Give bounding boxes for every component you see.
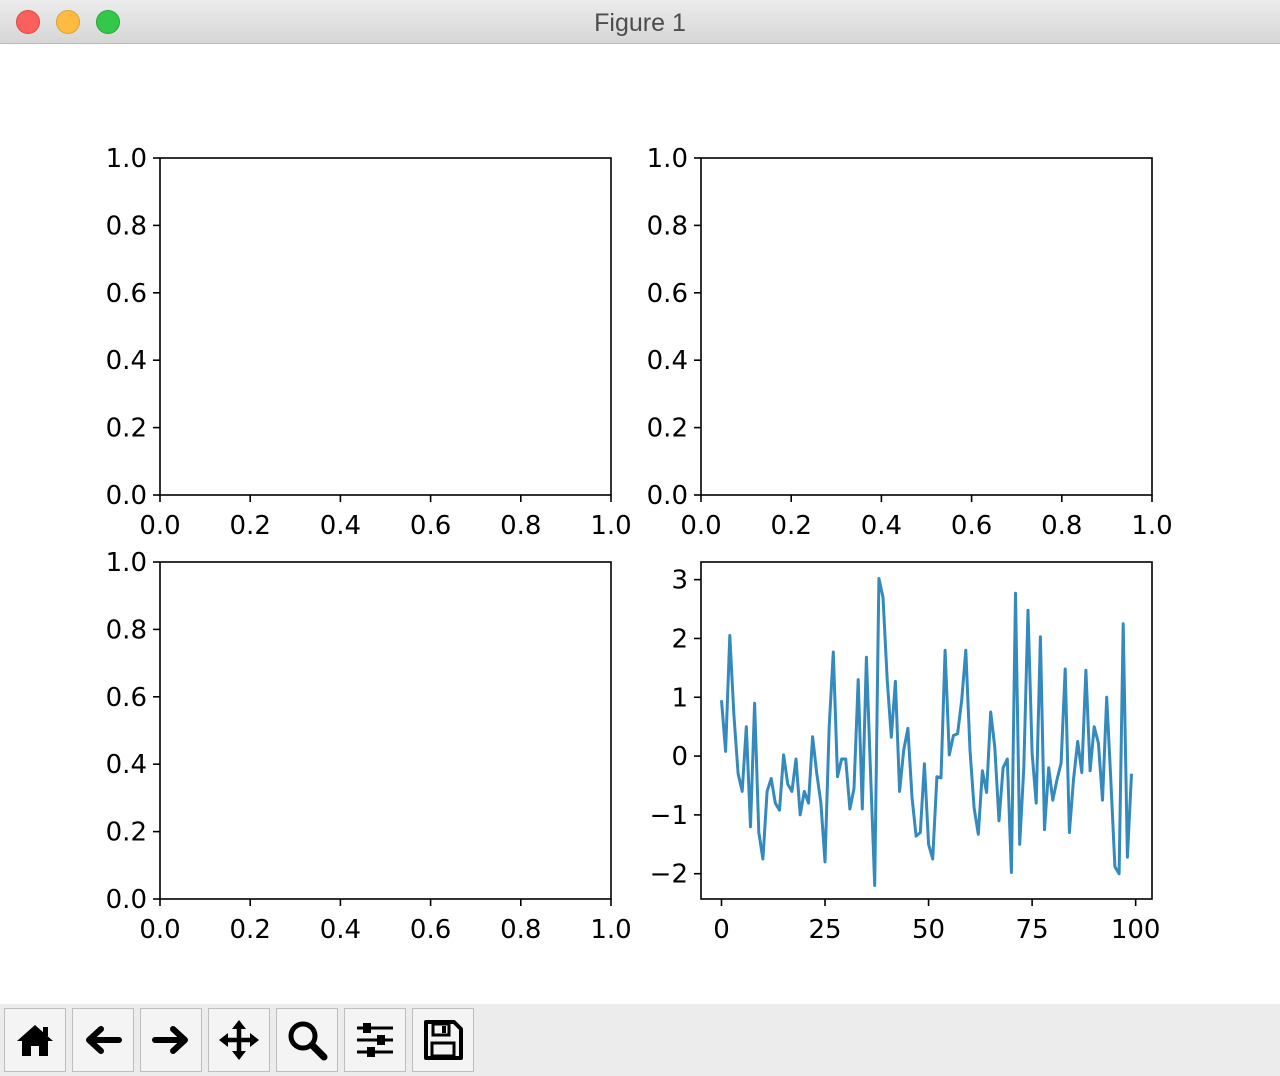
window-title: Figure 1: [0, 9, 1280, 38]
magnifier-icon: [285, 1018, 329, 1062]
subplot-2-ytick-label: 0.0: [647, 481, 688, 511]
subplot-1-xtick-label: 1.0: [590, 511, 631, 541]
subplot-1-xtick-label: 0.6: [410, 511, 451, 541]
back-button[interactable]: [72, 1008, 134, 1072]
navigation-toolbar: [0, 1004, 1280, 1076]
subplot-4-ytick-label: 1: [671, 683, 688, 713]
subplot-3-ytick-label: 0.8: [106, 615, 147, 645]
subplot-4-ytick-label: 3: [671, 566, 688, 596]
subplot-4-ytick-label: −1: [650, 801, 688, 831]
subplot-3-ytick-label: 0.6: [106, 683, 147, 713]
subplot-2-xtick-label: 0.0: [680, 511, 721, 541]
subplot-4-series-line: [722, 579, 1132, 886]
window-titlebar: Figure 1: [0, 0, 1280, 44]
home-button[interactable]: [4, 1008, 66, 1072]
subplot-2-xtick-label: 1.0: [1131, 511, 1172, 541]
subplot-1-ytick-label: 0.8: [106, 211, 147, 241]
subplot-4-ytick-label: 0: [671, 742, 688, 772]
subplot-3-ytick-label: 0.0: [106, 885, 147, 915]
subplot-4-xtick-label: 0: [713, 915, 730, 945]
subplot-2-ytick-label: 0.8: [647, 211, 688, 241]
subplot-4-ytick-label: 2: [671, 624, 688, 654]
subplot-1-ytick-label: 1.0: [106, 144, 147, 174]
subplot-3-ytick-label: 0.4: [106, 750, 147, 780]
move-icon: [217, 1018, 261, 1062]
subplot-4-xtick-label: 50: [912, 915, 945, 945]
subplot-4-xtick-label: 75: [1016, 915, 1049, 945]
subplot-4-xtick-label: 25: [808, 915, 841, 945]
subplot-3-xtick-label: 0.8: [500, 915, 541, 945]
subplot-1-xtick-label: 0.4: [320, 511, 361, 541]
subplot-1-xtick-label: 0.0: [139, 511, 180, 541]
subplot-3-xtick-label: 0.0: [139, 915, 180, 945]
configure-subplots-button[interactable]: [344, 1008, 406, 1072]
subplot-4-xtick-label: 100: [1111, 915, 1161, 945]
subplot-3-xtick-label: 0.6: [410, 915, 451, 945]
save-button[interactable]: [412, 1008, 474, 1072]
subplot-2-ytick-label: 1.0: [647, 144, 688, 174]
subplot-1-xtick-label: 0.2: [230, 511, 271, 541]
subplot-3-axes-frame: [160, 562, 611, 899]
subplot-1-ytick-label: 0.0: [106, 481, 147, 511]
subplot-3-xtick-label: 1.0: [590, 915, 631, 945]
subplot-2-xtick-label: 0.8: [1041, 511, 1082, 541]
subplot-2-ytick-label: 0.4: [647, 346, 688, 376]
subplot-3-xtick-label: 0.2: [230, 915, 271, 945]
zoom-button[interactable]: [276, 1008, 338, 1072]
subplot-2-ytick-label: 0.2: [647, 414, 688, 444]
figure-canvas: 0.00.20.40.60.81.00.00.20.40.60.81.00.00…: [0, 44, 1280, 1004]
subplot-3-xtick-label: 0.4: [320, 915, 361, 945]
pan-button[interactable]: [208, 1008, 270, 1072]
sliders-icon: [353, 1018, 397, 1062]
subplot-2-xtick-label: 0.6: [951, 511, 992, 541]
subplot-1-axes-frame: [160, 158, 611, 495]
subplot-2-xtick-label: 0.4: [861, 511, 902, 541]
arrow-right-icon: [149, 1018, 193, 1062]
subplot-2-axes-frame: [701, 158, 1152, 495]
home-icon: [13, 1018, 57, 1062]
subplot-1-ytick-label: 0.4: [106, 346, 147, 376]
subplot-2-ytick-label: 0.6: [647, 279, 688, 309]
subplot-4-ytick-label: −2: [650, 860, 688, 890]
subplot-2-xtick-label: 0.2: [771, 511, 812, 541]
subplot-1-ytick-label: 0.6: [106, 279, 147, 309]
subplot-1-ytick-label: 0.2: [106, 414, 147, 444]
floppy-disk-icon: [421, 1018, 465, 1062]
arrow-left-icon: [81, 1018, 125, 1062]
subplot-1-xtick-label: 0.8: [500, 511, 541, 541]
subplot-3-ytick-label: 0.2: [106, 818, 147, 848]
forward-button[interactable]: [140, 1008, 202, 1072]
subplot-3-ytick-label: 1.0: [106, 548, 147, 578]
